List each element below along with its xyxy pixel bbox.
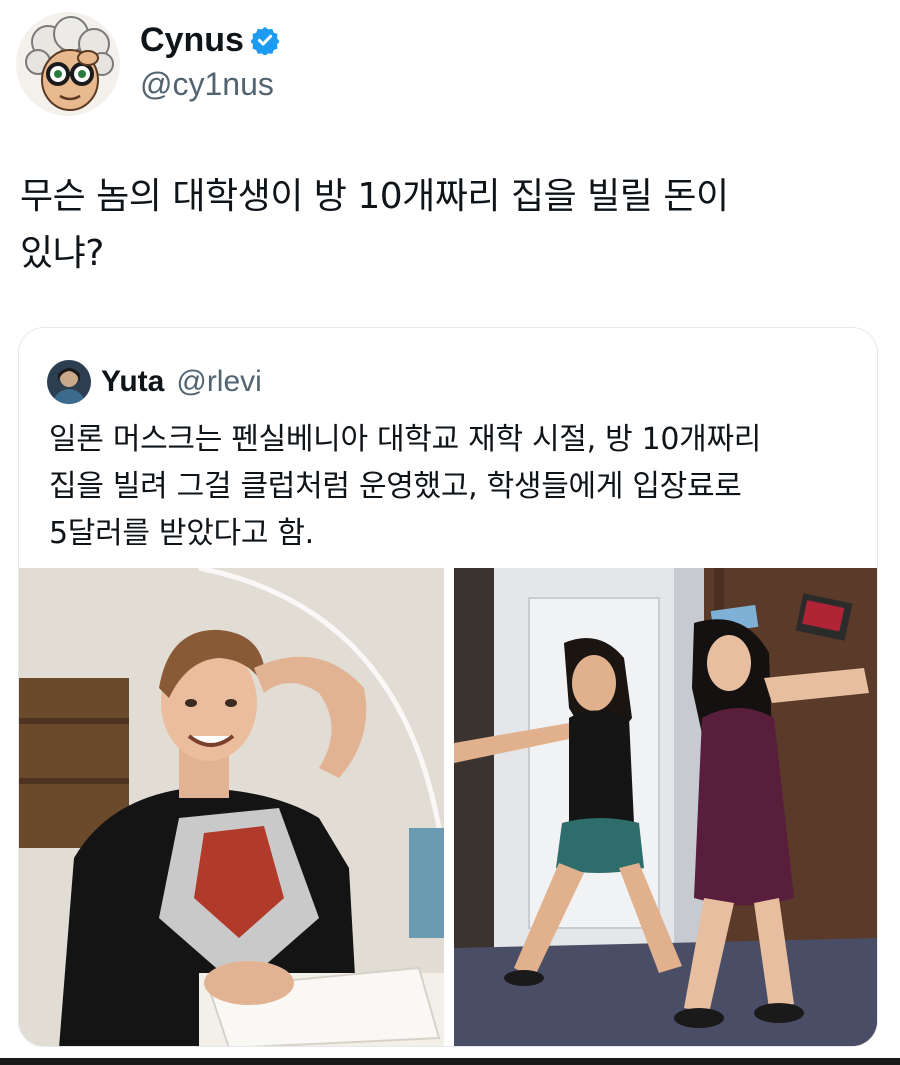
tweet-text: 무슨 놈의 대학생이 방 10개짜리 집을 빌릴 돈이 있냐? bbox=[20, 168, 860, 282]
quoted-author-avatar[interactable] bbox=[47, 360, 91, 404]
quoted-text-line: 일론 머스크는 펜실베니아 대학교 재학 시절, 방 10개짜리 bbox=[49, 422, 762, 457]
bottom-divider bbox=[0, 1058, 900, 1065]
quoted-tweet-card[interactable]: Yuta @rlevi 일론 머스크는 펜실베니아 대학교 재학 시절, 방 1… bbox=[18, 327, 878, 1047]
media-photo-left[interactable] bbox=[19, 568, 444, 1046]
quoted-tweet-header: Yuta @rlevi bbox=[47, 360, 262, 404]
author-names: Cynus @cy1nus bbox=[140, 12, 280, 104]
quoted-media-grid bbox=[19, 568, 877, 1046]
cartoon-avatar-icon bbox=[16, 12, 120, 116]
author-name-row: Cynus bbox=[140, 20, 280, 60]
author-handle[interactable]: @cy1nus bbox=[140, 64, 280, 104]
author-display-name[interactable]: Cynus bbox=[140, 20, 244, 60]
tweet-header: Cynus @cy1nus bbox=[16, 12, 280, 116]
tweet-text-line: 있냐? bbox=[20, 233, 104, 274]
author-avatar[interactable] bbox=[16, 12, 120, 116]
media-photo-right[interactable] bbox=[454, 568, 877, 1046]
quoted-tweet-text: 일론 머스크는 펜실베니아 대학교 재학 시절, 방 10개짜리 집을 빌려 그… bbox=[49, 416, 859, 557]
photo-two-women-posing bbox=[454, 568, 877, 1046]
quoted-text-line: 5달러를 받았다고 함. bbox=[49, 516, 314, 551]
photo-young-man-at-desk bbox=[19, 568, 444, 1046]
verified-badge-icon bbox=[250, 26, 280, 55]
tweet-page: Cynus @cy1nus 무슨 놈의 대학생이 방 10개짜리 집을 빌릴 돈… bbox=[0, 0, 900, 1065]
quoted-text-line: 집을 빌려 그걸 클럽처럼 운영했고, 학생들에게 입장료로 bbox=[49, 469, 742, 504]
quoted-author-handle[interactable]: @rlevi bbox=[176, 365, 261, 399]
profile-avatar-icon bbox=[47, 360, 91, 404]
tweet-text-line: 무슨 놈의 대학생이 방 10개짜리 집을 빌릴 돈이 bbox=[20, 176, 729, 217]
quoted-author-display-name[interactable]: Yuta bbox=[101, 365, 164, 399]
